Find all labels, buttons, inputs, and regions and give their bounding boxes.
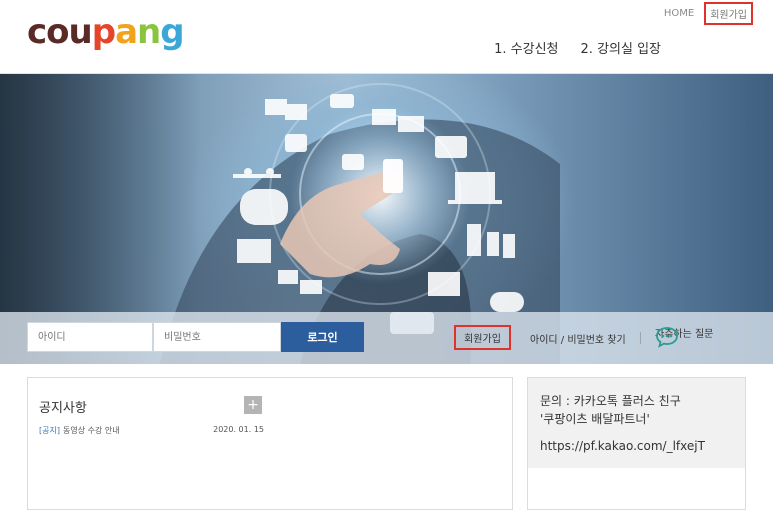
- contact-info: 문의 : 카카오톡 플러스 친구 '쿠팡이츠 배달파트너' https://pf…: [528, 378, 745, 468]
- id-input[interactable]: [27, 322, 153, 352]
- notice-date: 2020. 01. 15: [213, 425, 264, 434]
- notice-board: 공지사항 + [공지] 동영상 수강 안내 2020. 01. 15: [27, 377, 513, 510]
- coupang-logo[interactable]: coupang: [27, 10, 185, 54]
- chat-bubble-icon: [656, 327, 678, 348]
- kakao-channel-link[interactable]: https://pf.kakao.com/_lfxejT: [540, 437, 745, 455]
- hero-banner: 로그인 회원가입 아이디 / 비밀번호 찾기 자주하는 질문: [0, 74, 773, 364]
- main-nav: 1. 수강신청 2. 강의실 입장: [494, 38, 661, 57]
- logo-letter: c: [27, 12, 47, 52]
- notice-more-button[interactable]: +: [244, 396, 262, 414]
- notice-title: 공지사항: [39, 401, 87, 416]
- contact-line-1: 문의 : 카카오톡 플러스 친구: [540, 394, 681, 408]
- divider: [640, 332, 641, 344]
- password-input[interactable]: [153, 322, 281, 352]
- top-join-link[interactable]: 회원가입: [704, 2, 753, 25]
- contact-box: 문의 : 카카오톡 플러스 친구 '쿠팡이츠 배달파트너' https://pf…: [527, 377, 746, 510]
- logo-letter: a: [115, 12, 138, 52]
- notice-text: 동영상 수강 안내: [62, 426, 120, 435]
- login-button[interactable]: 로그인: [281, 322, 364, 352]
- logo-letter: o: [46, 12, 69, 52]
- list-item[interactable]: [공지] 동영상 수강 안내 2020. 01. 15: [39, 425, 264, 436]
- top-utility-links: HOME 회원가입: [664, 2, 753, 25]
- login-bar: 로그인 회원가입 아이디 / 비밀번호 찾기 자주하는 질문: [0, 312, 773, 364]
- nav-item-classroom[interactable]: 2. 강의실 입장: [581, 38, 661, 57]
- logo-letter: u: [68, 12, 93, 52]
- faq-link[interactable]: 자주하는 질문: [655, 325, 713, 348]
- notice-item-title: [공지] 동영상 수강 안내: [39, 425, 120, 436]
- contact-line-2: '쿠팡이츠 배달파트너': [540, 412, 650, 426]
- home-link[interactable]: HOME: [664, 8, 694, 19]
- logo-letter: p: [91, 12, 116, 52]
- site-header: coupang HOME 회원가입 1. 수강신청 2. 강의실 입장: [0, 0, 773, 74]
- notice-tag: [공지]: [39, 426, 60, 435]
- join-button[interactable]: 회원가입: [454, 325, 511, 350]
- nav-item-enroll[interactable]: 1. 수강신청: [494, 38, 558, 57]
- find-account-link[interactable]: 아이디 / 비밀번호 찾기: [530, 331, 626, 346]
- logo-letter: g: [160, 12, 184, 52]
- logo-letter: n: [137, 12, 161, 52]
